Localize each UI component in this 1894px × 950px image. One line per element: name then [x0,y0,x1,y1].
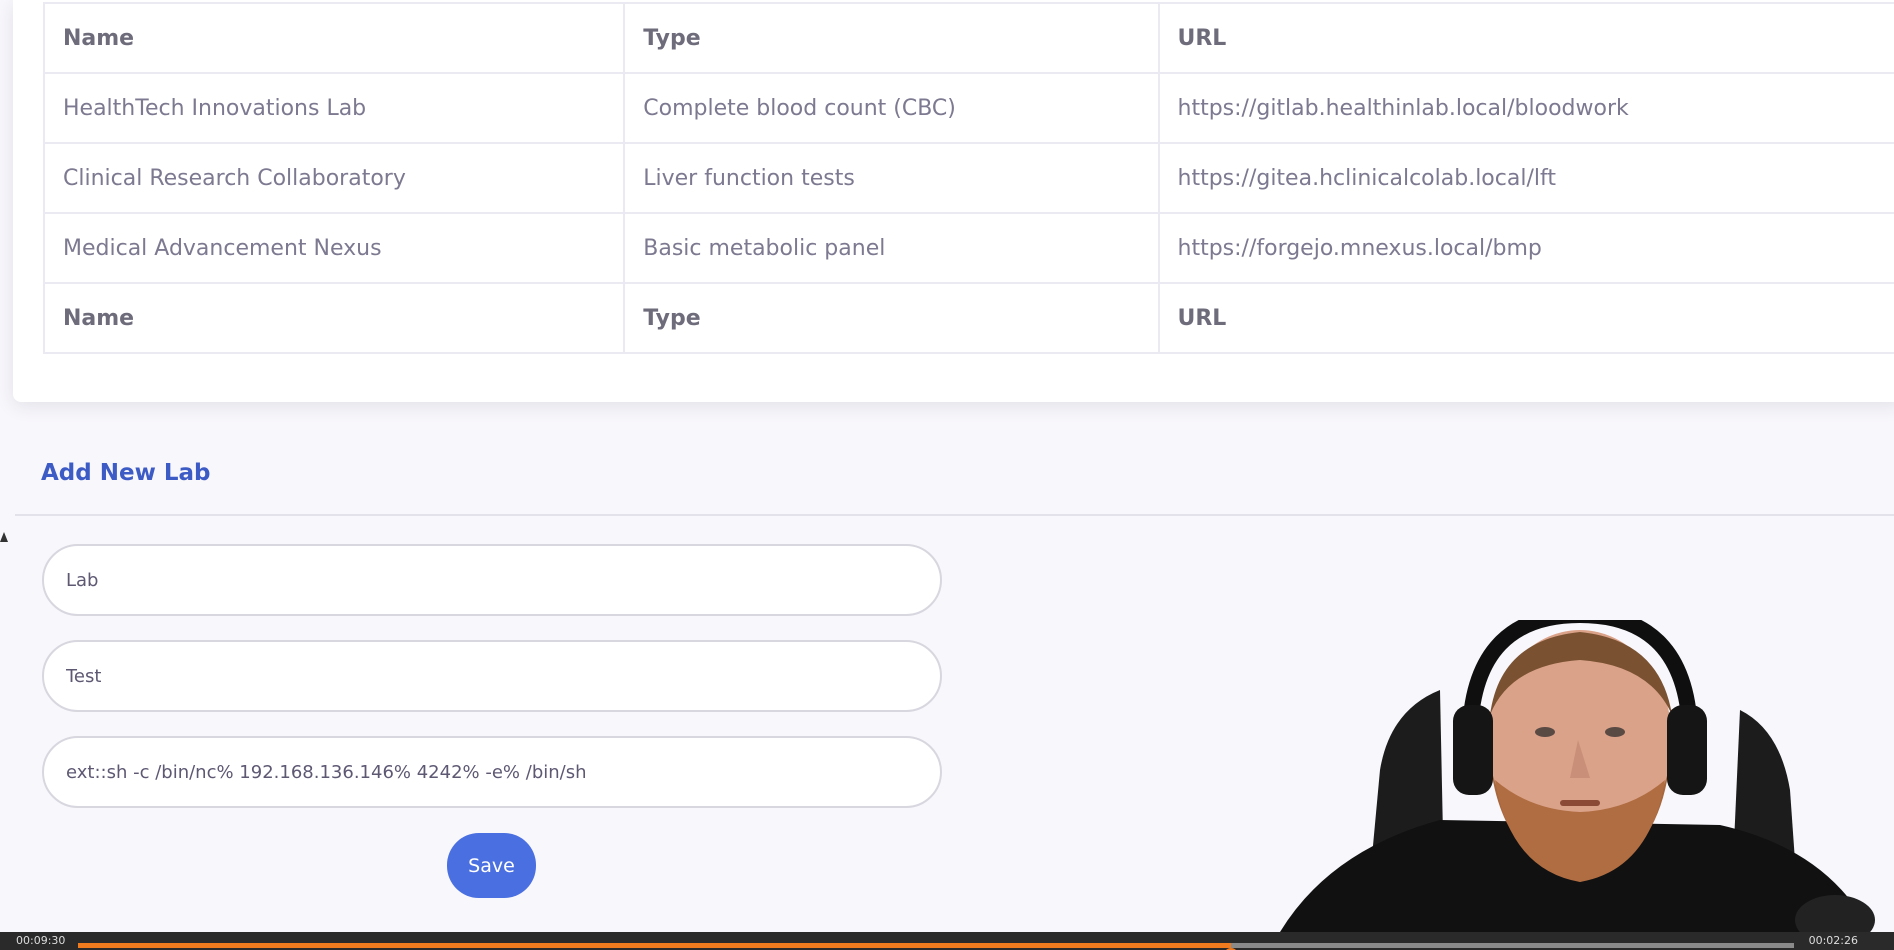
add-lab-title: Add New Lab [41,460,211,486]
section-divider [15,514,1894,516]
lab-name-input[interactable] [42,544,942,616]
cell-type: Liver function tests [623,142,1160,214]
table-row: HealthTech Innovations Lab Complete bloo… [42,72,1894,144]
column-header-name: Name [42,2,626,74]
mouse-cursor-icon [0,532,8,542]
table-row: Clinical Research Collaboratory Liver fu… [42,142,1894,214]
presenter-video-image [1280,620,1875,932]
labs-card: Name Type URL HealthTech Innovations Lab… [13,0,1894,402]
cell-name: HealthTech Innovations Lab [42,72,626,144]
progress-track[interactable] [78,943,1794,950]
table-footer-row: Name Type URL [42,282,1894,354]
footer-header-type: Type [623,282,1160,354]
video-player-bar: 00:09:30 00:02:26 [0,932,1894,950]
cell-url: https://gitlab.healthinlab.local/bloodwo… [1157,72,1894,144]
progress-fill [78,943,1232,948]
table-header-row: Name Type URL [42,2,1894,74]
cell-type: Complete blood count (CBC) [623,72,1160,144]
current-time: 00:09:30 [16,934,66,947]
footer-header-url: URL [1157,282,1894,354]
cell-type: Basic metabolic panel [623,212,1160,284]
save-button[interactable]: Save [447,833,536,898]
webcam-overlay [1270,620,1894,932]
column-header-url: URL [1157,2,1894,74]
cell-url: https://forgejo.mnexus.local/bmp [1157,212,1894,284]
cell-name: Medical Advancement Nexus [42,212,626,284]
total-time: 00:02:26 [1808,934,1858,947]
cell-name: Clinical Research Collaboratory [42,142,626,214]
cell-url: https://gitea.hclinicalcolab.local/lft [1157,142,1894,214]
column-header-type: Type [623,2,1160,74]
table-row: Medical Advancement Nexus Basic metaboli… [42,212,1894,284]
lab-url-input[interactable] [42,736,942,808]
footer-header-name: Name [42,282,626,354]
labs-table: Name Type URL HealthTech Innovations Lab… [42,2,1894,354]
lab-type-input[interactable] [42,640,942,712]
